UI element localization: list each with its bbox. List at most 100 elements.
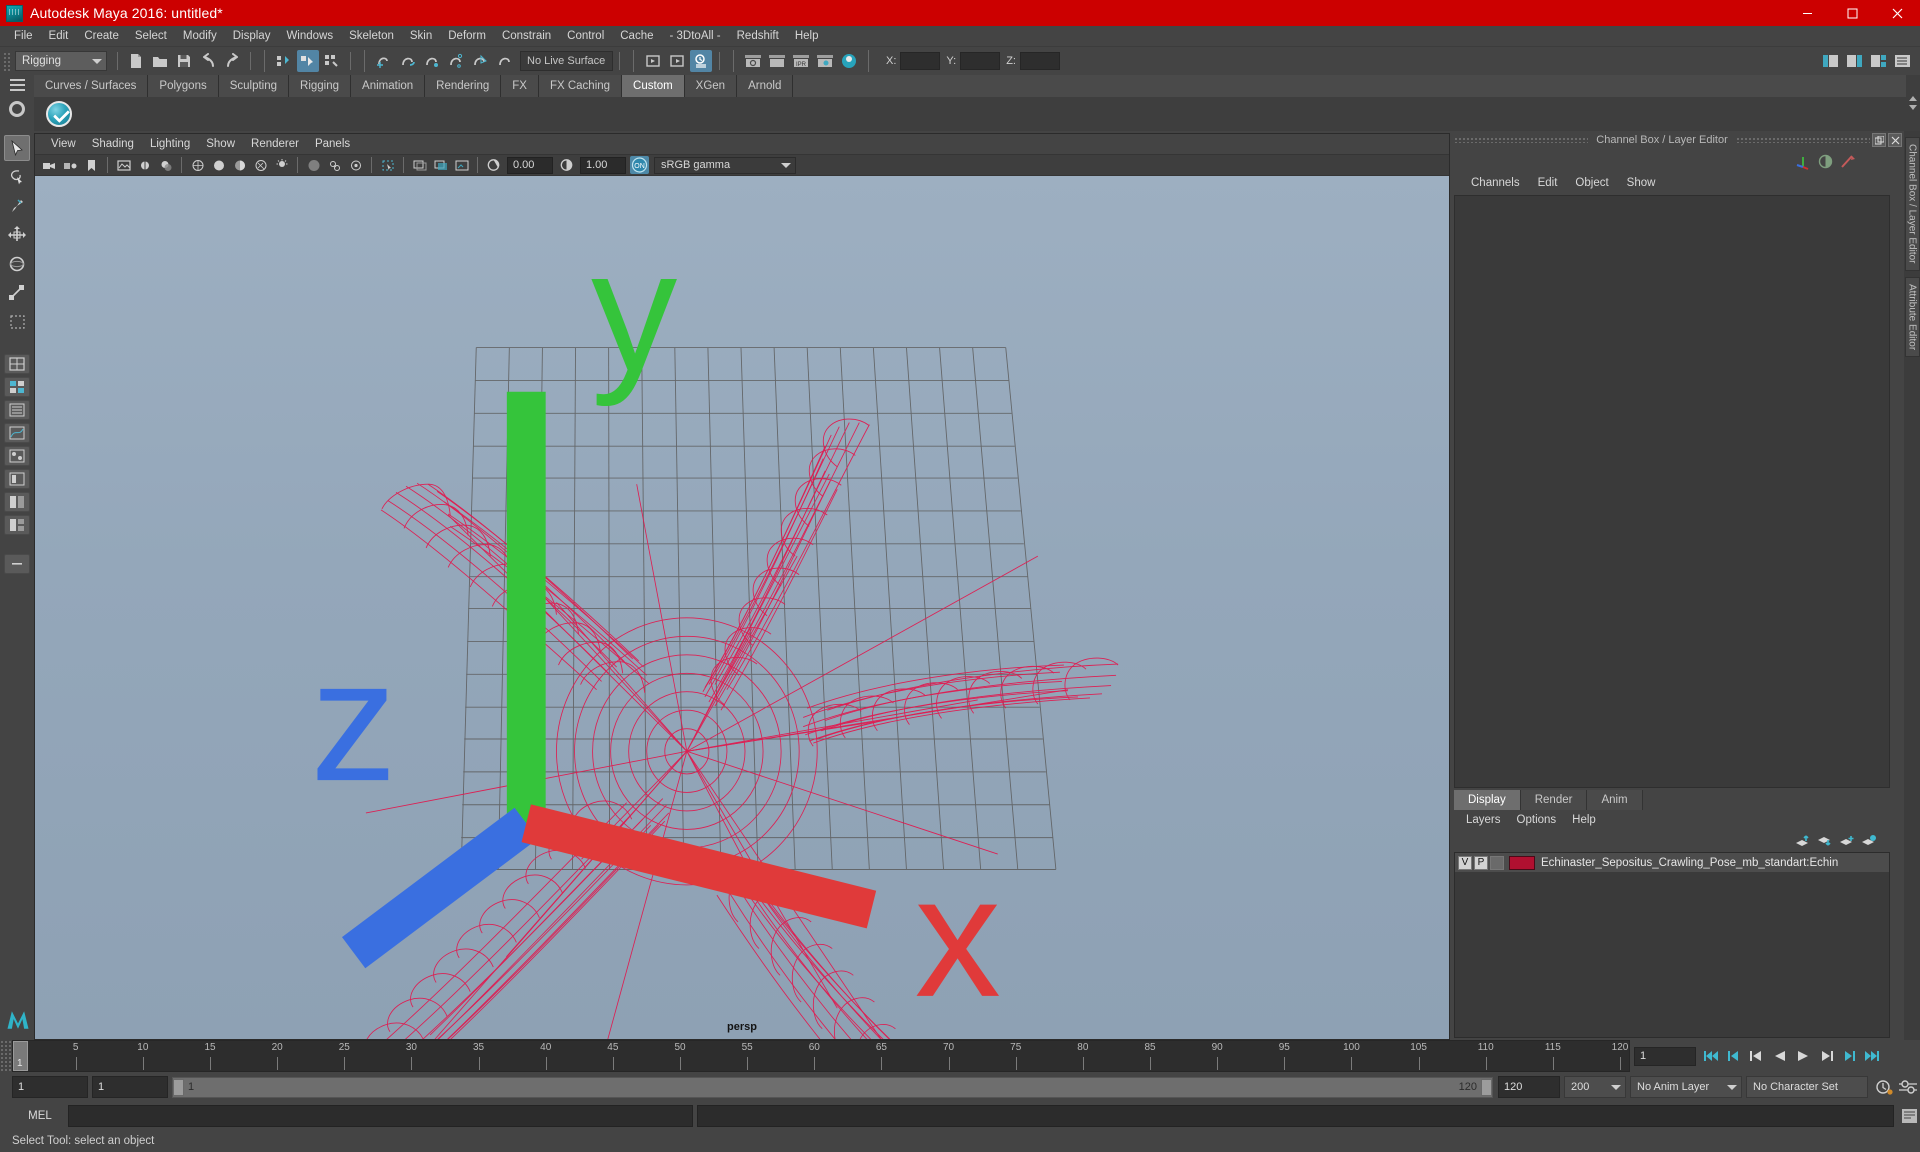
y-field[interactable] [960, 52, 1000, 70]
ipr-icon[interactable]: IPR [790, 50, 812, 72]
layout-hypershade-icon[interactable] [4, 446, 30, 466]
film-gate-icon[interactable] [410, 156, 429, 174]
range-slider-bar[interactable]: 1 120 [172, 1077, 1493, 1098]
shelf-tab-arnold[interactable]: Arnold [737, 75, 793, 97]
snap-to-view-plane-icon[interactable] [469, 50, 491, 72]
smooth-shade-selected-icon[interactable] [230, 156, 249, 174]
layer-color-swatch[interactable] [1509, 856, 1535, 870]
render-sequence-icon[interactable] [766, 50, 788, 72]
resolution-gate-icon[interactable] [431, 156, 450, 174]
layer-menu-help[interactable]: Help [1564, 813, 1604, 827]
time-slider[interactable]: 1 51015202530354045505560657075808590951… [12, 1040, 1630, 1072]
tab-anim[interactable]: Anim [1587, 790, 1642, 810]
layer-state-toggle[interactable] [1490, 856, 1504, 870]
menu-skeleton[interactable]: Skeleton [341, 27, 402, 45]
select-tool-icon[interactable] [4, 135, 30, 161]
play-backwards-icon[interactable] [1769, 1046, 1790, 1067]
time-slider-grip[interactable] [0, 1040, 12, 1072]
panel-menu-shading[interactable]: Shading [84, 137, 142, 151]
menu-skin[interactable]: Skin [402, 27, 440, 45]
minimize-icon[interactable] [1785, 0, 1830, 26]
scroll-down-icon[interactable] [1909, 105, 1917, 110]
close-panel-icon[interactable] [1888, 133, 1902, 147]
menu-windows[interactable]: Windows [278, 27, 341, 45]
paint-select-tool-icon[interactable] [4, 193, 30, 219]
open-scene-icon[interactable] [149, 50, 171, 72]
snap-to-projected-center-icon[interactable] [445, 50, 467, 72]
open-render-view-icon[interactable] [642, 50, 664, 72]
layout-single-icon[interactable] [4, 354, 30, 374]
playback-start-field[interactable]: 1 [92, 1076, 168, 1098]
shelf-tab-xgen[interactable]: XGen [685, 75, 737, 97]
select-hierarchy-icon[interactable] [273, 50, 295, 72]
shelf-tab-rigging[interactable]: Rigging [289, 75, 351, 97]
gamma-value[interactable]: 1.00 [580, 157, 626, 174]
new-layer-from-selected-icon[interactable] [1858, 832, 1880, 850]
half-circle-icon[interactable] [1814, 152, 1836, 170]
select-component-icon[interactable] [321, 50, 343, 72]
step-back-frame-icon[interactable] [1746, 1046, 1767, 1067]
layout-three-pane-icon[interactable] [4, 515, 30, 535]
scale-tool-icon[interactable] [4, 280, 30, 306]
shelf-button[interactable] [42, 99, 76, 129]
vtab-attribute-editor[interactable]: Attribute Editor [1905, 277, 1920, 357]
make-live-icon[interactable] [493, 50, 515, 72]
menu-file[interactable]: File [6, 27, 41, 45]
panel-grip[interactable] [1454, 137, 1588, 143]
layer-playback-toggle[interactable]: P [1474, 856, 1488, 870]
snap-to-point-icon[interactable] [421, 50, 443, 72]
panel-menu-view[interactable]: View [43, 137, 84, 151]
menu-deform[interactable]: Deform [440, 27, 494, 45]
layout-persp-outliner-icon[interactable] [4, 400, 30, 420]
scroll-up-icon[interactable] [1909, 96, 1917, 101]
menuset-selector[interactable]: Rigging [15, 51, 107, 71]
shadows-icon[interactable] [156, 156, 175, 174]
two-sided-lighting-icon[interactable] [135, 156, 154, 174]
layout-two-pane-icon[interactable] [4, 492, 30, 512]
exposure-value[interactable]: 0.00 [507, 157, 553, 174]
xray-icon[interactable] [304, 156, 323, 174]
panel-menu-lighting[interactable]: Lighting [142, 137, 198, 151]
viewport-3d[interactable]: persp y x z [35, 176, 1449, 1039]
undock-icon[interactable] [1872, 133, 1886, 147]
menu-control[interactable]: Control [559, 27, 612, 45]
manipulator-icon[interactable] [1792, 152, 1814, 170]
camera-attributes-icon[interactable] [61, 156, 80, 174]
select-camera-icon[interactable] [40, 156, 59, 174]
shelf-tab-sculpting[interactable]: Sculpting [219, 75, 289, 97]
channel-menu-object[interactable]: Object [1566, 176, 1617, 190]
collapse-toolbox-icon[interactable] [4, 554, 30, 574]
channel-menu-edit[interactable]: Edit [1529, 176, 1567, 190]
layer-menu-options[interactable]: Options [1509, 813, 1565, 827]
anim-layer-selector[interactable]: No Anim Layer [1630, 1076, 1742, 1098]
ipr-render-view-icon[interactable] [742, 50, 764, 72]
new-layer-icon[interactable] [1836, 832, 1858, 850]
current-time-indicator[interactable]: 1 [13, 1041, 28, 1071]
layer-list[interactable]: V P Echinaster_Sepositus_Crawling_Pose_m… [1454, 852, 1890, 1038]
menu-modify[interactable]: Modify [175, 27, 225, 45]
layout-persp-graph-icon[interactable] [4, 423, 30, 443]
panel-menu-renderer[interactable]: Renderer [243, 137, 307, 151]
go-to-start-icon[interactable] [1700, 1046, 1721, 1067]
attribute-editor-toggle-icon[interactable] [1843, 50, 1865, 72]
maximize-icon[interactable] [1830, 0, 1875, 26]
step-forward-key-icon[interactable] [1838, 1046, 1859, 1067]
panel-grip[interactable] [1736, 137, 1870, 143]
tool-settings-toggle-icon[interactable] [1819, 50, 1841, 72]
menu-display[interactable]: Display [225, 27, 279, 45]
save-scene-icon[interactable] [173, 50, 195, 72]
shelf-menu-icon[interactable] [10, 79, 25, 91]
menu-cache[interactable]: Cache [612, 27, 661, 45]
layer-row[interactable]: V P Echinaster_Sepositus_Crawling_Pose_m… [1455, 853, 1889, 872]
shelf-tab-rendering[interactable]: Rendering [425, 75, 501, 97]
select-object-icon[interactable] [297, 50, 319, 72]
hypershade-icon[interactable] [838, 50, 860, 72]
outliner-toggle-icon[interactable] [1891, 50, 1913, 72]
textured-icon[interactable] [251, 156, 270, 174]
command-input[interactable] [68, 1105, 693, 1127]
shelf-tab-fx[interactable]: FX [501, 75, 539, 97]
xray-joints-icon[interactable] [325, 156, 344, 174]
render-settings-icon[interactable] [814, 50, 836, 72]
isolate-select-icon[interactable] [378, 156, 397, 174]
script-language-label[interactable]: MEL [12, 1110, 68, 1122]
